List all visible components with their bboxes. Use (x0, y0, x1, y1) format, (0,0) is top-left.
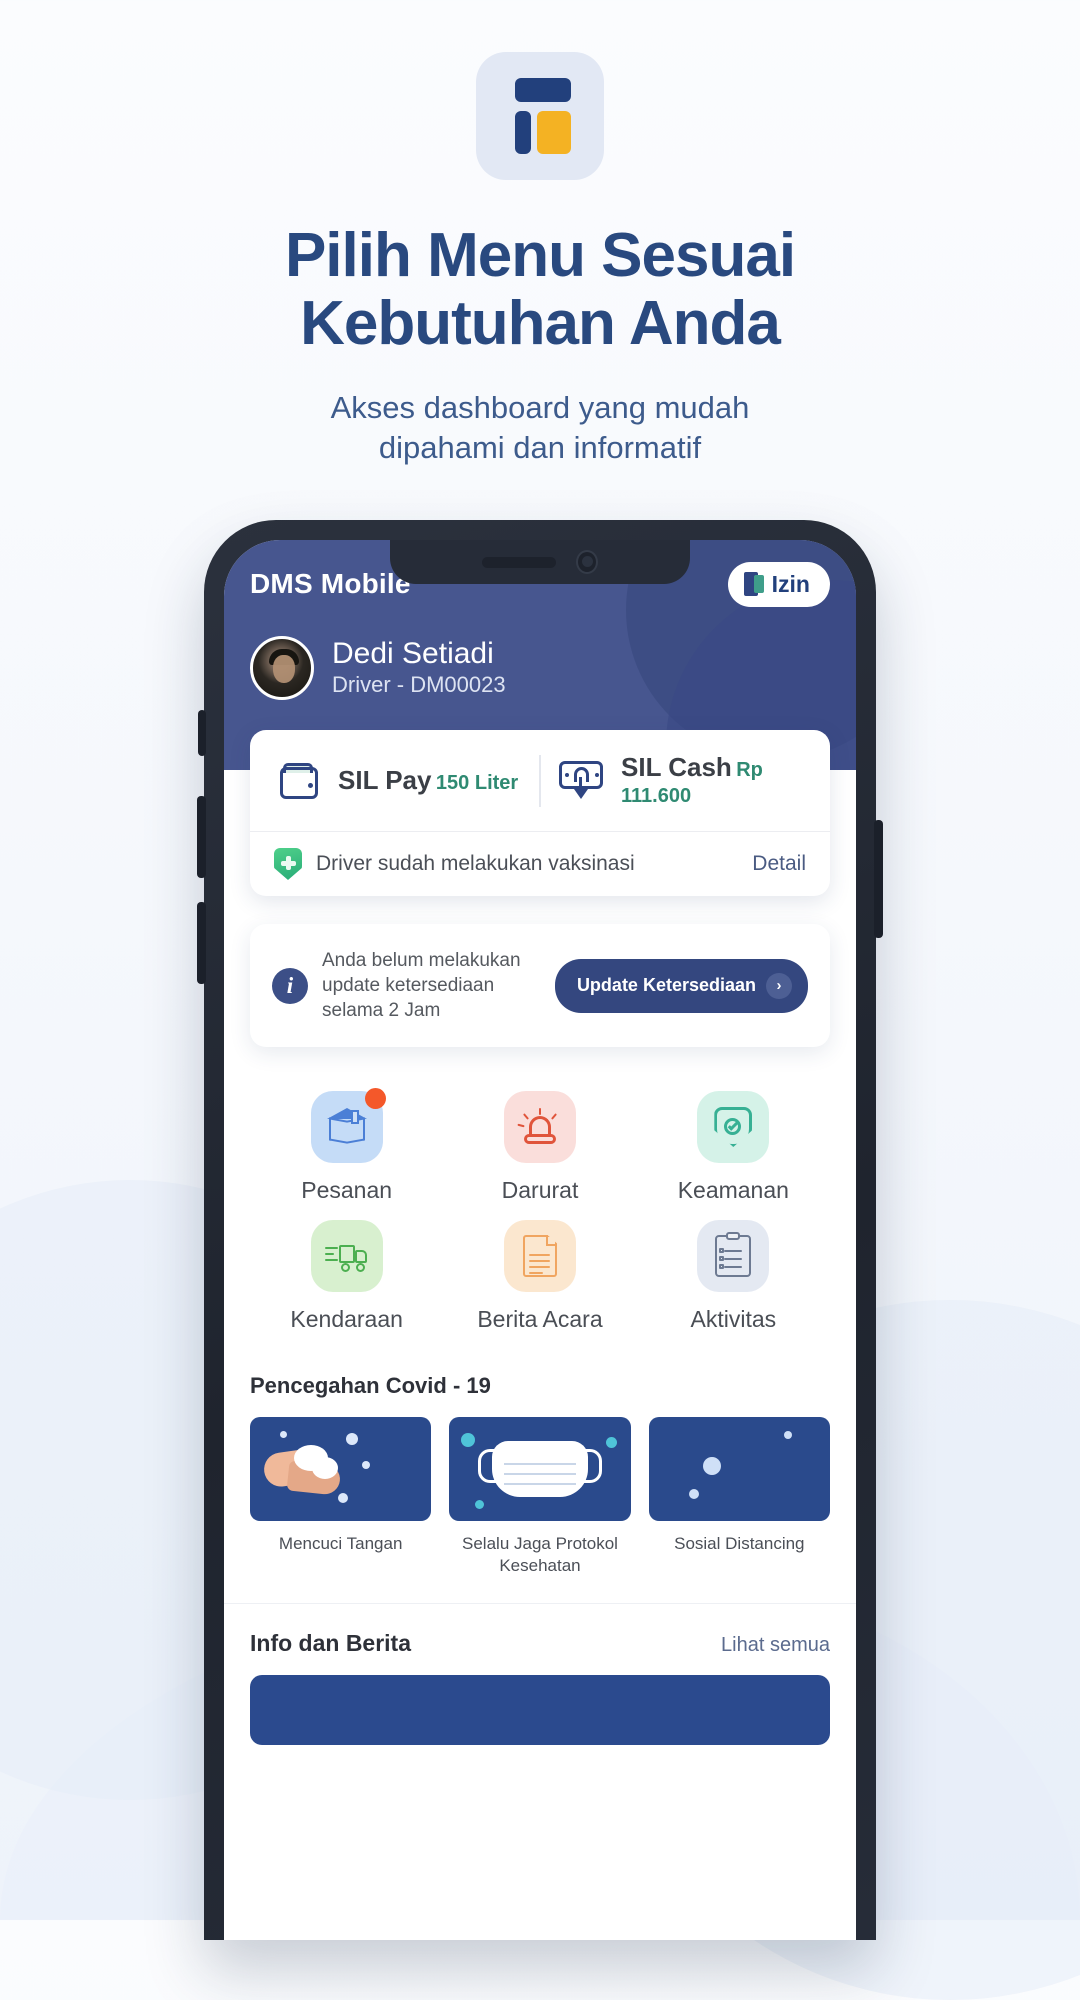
promo-header: Pilih Menu Sesuai Kebutuhan Anda Akses d… (0, 0, 1080, 468)
menu-item-kendaraan[interactable]: Kendaraan (250, 1220, 443, 1333)
menu-item-keamanan[interactable]: Keamanan (637, 1091, 830, 1204)
shield-check-icon (714, 1107, 753, 1147)
promo-subtitle-line2: dipahami dan informatif (378, 430, 702, 465)
sil-pay-value: 150 Liter (435, 772, 519, 794)
box-icon (326, 1108, 367, 1146)
menu-grid: Pesanan Darurat Keamanan Kendaraan Berit… (224, 1047, 856, 1343)
covid-section: Pencegahan Covid - 19 Mencuci Tangan Sel… (224, 1343, 856, 1577)
vaccination-text: Driver sudah melakukan vaksinasi (316, 852, 635, 875)
menu-label-aktivitas: Aktivitas (690, 1306, 777, 1332)
info-icon: i (272, 967, 308, 1004)
menu-label-pesanan: Pesanan (301, 1177, 393, 1203)
vaccination-detail-link[interactable]: Detail (752, 852, 806, 876)
washing-hands-art (250, 1417, 432, 1521)
sil-pay-item[interactable]: SIL Pay 150 Liter (260, 761, 539, 801)
covid-caption-1: Mencuci Tangan (278, 1534, 403, 1553)
promo-headline: Pilih Menu Sesuai Kebutuhan Anda (0, 222, 1080, 358)
covid-section-title: Pencegahan Covid - 19 (250, 1373, 491, 1398)
profile-name: Dedi Setiadi (332, 637, 494, 670)
phone-notch (390, 540, 690, 584)
phone-screen: DMS Mobile Izin Dedi Setiadi Driver - DM… (224, 540, 856, 1940)
covid-item-mask[interactable]: Selalu Jaga Protokol Kesehatan (449, 1417, 631, 1577)
balance-card: SIL Pay 150 Liter SIL Cash Rp 111.600 Dr… (250, 730, 830, 896)
covid-item-wash-hands[interactable]: Mencuci Tangan (250, 1417, 432, 1577)
truck-icon (324, 1239, 369, 1273)
promo-headline-line1: Pilih Menu Sesuai (284, 221, 796, 290)
layout-bar-right (537, 111, 571, 154)
app-title: DMS Mobile (250, 568, 411, 599)
phone-frame: DMS Mobile Izin Dedi Setiadi Driver - DM… (197, 520, 883, 1940)
menu-label-darurat: Darurat (501, 1177, 579, 1203)
phone-mute-switch[interactable] (198, 710, 206, 756)
phone-mockup: DMS Mobile Izin Dedi Setiadi Driver - DM… (197, 520, 883, 1940)
wallet-icon (278, 761, 322, 801)
update-ketersediaan-button[interactable]: Update Ketersediaan › (554, 958, 808, 1013)
cash-withdraw-icon (559, 759, 605, 803)
menu-label-berita-acara: Berita Acara (477, 1306, 603, 1332)
covid-caption-2: Selalu Jaga Protokol Kesehatan (462, 1534, 618, 1575)
izin-button-label: Izin (771, 570, 810, 597)
sil-cash-title: SIL Cash (621, 752, 732, 782)
menu-item-darurat[interactable]: Darurat (443, 1091, 636, 1204)
kendaraan-tile (310, 1220, 383, 1292)
sil-cash-item[interactable]: SIL Cash Rp 111.600 (541, 752, 820, 809)
document-icon (522, 1235, 557, 1277)
covid-caption-3: Sosial Distancing (674, 1534, 805, 1553)
layout-bar-top (515, 78, 571, 102)
promo-headline-line2: Kebutuhan Anda (300, 289, 781, 358)
phone-volume-down[interactable] (197, 902, 206, 984)
menu-item-berita-acara[interactable]: Berita Acara (443, 1220, 636, 1333)
profile-role: Driver - DM00023 (332, 672, 506, 697)
app-icon (476, 52, 604, 180)
update-button-label: Update Ketersediaan (576, 975, 756, 995)
darurat-tile (503, 1091, 576, 1163)
dashboard-layout-icon (509, 78, 571, 154)
news-see-all-link[interactable]: Lihat semua (721, 1634, 830, 1657)
news-card[interactable] (250, 1675, 830, 1745)
promo-subtitle: Akses dashboard yang mudah dipahami dan … (0, 388, 1080, 468)
clipboard-icon (715, 1232, 752, 1277)
keamanan-tile (697, 1091, 770, 1163)
chevron-right-icon: › (766, 972, 792, 999)
promo-subtitle-line1: Akses dashboard yang mudah (330, 390, 750, 425)
vaccination-row: Driver sudah melakukan vaksinasi Detail (250, 831, 830, 896)
news-section-title: Info dan Berita (250, 1630, 412, 1656)
pesanan-badge (364, 1088, 386, 1109)
profile-row[interactable]: Dedi Setiadi Driver - DM00023 (250, 636, 830, 700)
menu-item-pesanan[interactable]: Pesanan (250, 1088, 443, 1204)
update-banner-message: Anda belum melakukan update ketersediaan… (322, 950, 521, 1021)
sil-pay-title: SIL Pay (338, 765, 432, 795)
balance-card-area: SIL Pay 150 Liter SIL Cash Rp 111.600 Dr… (224, 730, 856, 896)
social-distancing-art (648, 1417, 830, 1521)
update-availability-banner: i Anda belum melakukan update ketersedia… (250, 924, 830, 1047)
aktivitas-tile (697, 1220, 770, 1292)
earpiece-speaker (482, 556, 556, 568)
avatar[interactable] (250, 636, 314, 700)
layout-bar-left (515, 111, 531, 154)
covid-item-distancing[interactable]: Sosial Distancing (648, 1417, 830, 1577)
permit-document-icon (743, 572, 764, 596)
berita-acara-tile (503, 1220, 576, 1292)
front-camera-icon (576, 550, 598, 574)
pesanan-tile (310, 1088, 386, 1163)
menu-item-aktivitas[interactable]: Aktivitas (637, 1220, 830, 1333)
menu-label-kendaraan: Kendaraan (290, 1306, 403, 1332)
phone-power-button[interactable] (874, 820, 883, 938)
face-mask-art (449, 1417, 631, 1521)
siren-icon (517, 1108, 560, 1146)
menu-label-keamanan: Keamanan (677, 1177, 789, 1203)
izin-button[interactable]: Izin (727, 561, 830, 607)
phone-volume-up[interactable] (197, 796, 206, 878)
shield-health-icon (274, 848, 302, 880)
news-section: Info dan Berita Lihat semua (224, 1603, 856, 1745)
